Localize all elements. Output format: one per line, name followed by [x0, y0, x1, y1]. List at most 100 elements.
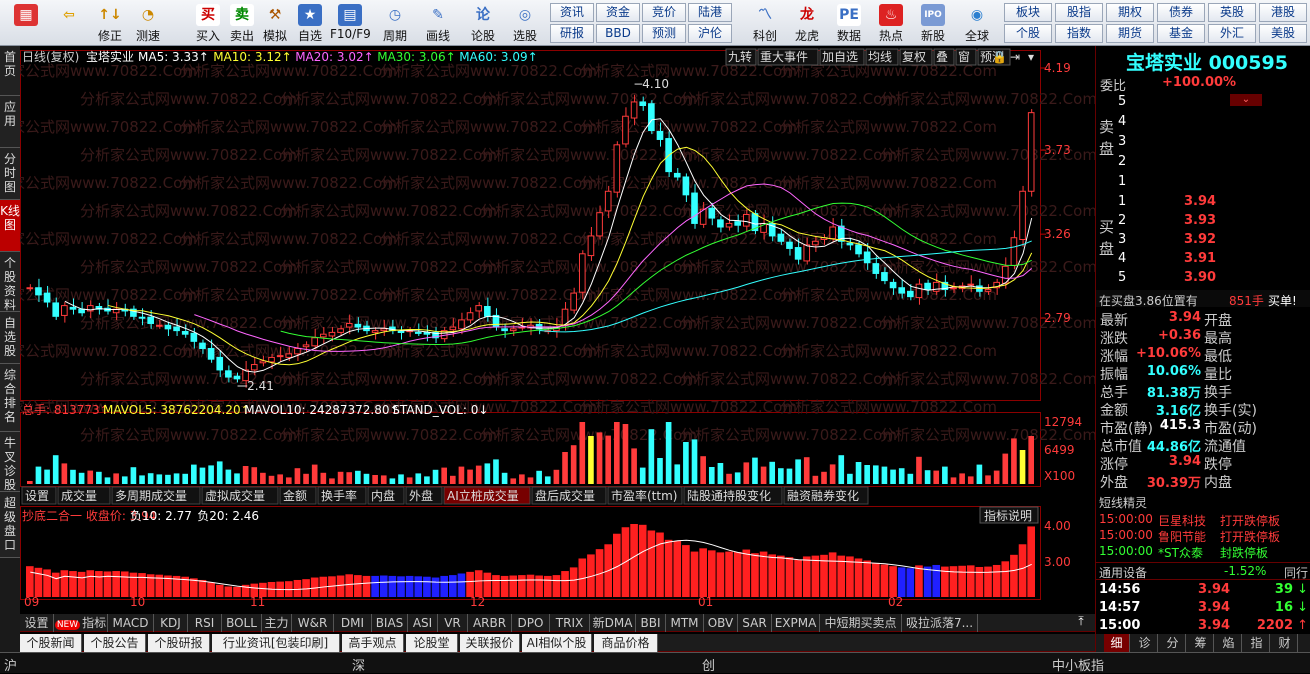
- indicator-tab-8[interactable]: DMI: [334, 614, 372, 632]
- quote-tab-2[interactable]: 分: [1160, 634, 1186, 652]
- indicator-type-tab-5[interactable]: 换手率: [317, 486, 367, 505]
- sidebar-tab-4[interactable]: 个股资料: [0, 252, 20, 312]
- toolbar-button-10[interactable]: ✎ 画线: [418, 2, 458, 44]
- toolbar-link-7[interactable]: 沪伦: [688, 24, 732, 43]
- ask-row[interactable]: 5: [1096, 94, 1310, 112]
- toolbar-button-9[interactable]: ◷ 周期: [375, 2, 415, 44]
- toolbar-market-link-3[interactable]: 债券: [1157, 3, 1205, 22]
- quote-tab-0[interactable]: 细: [1104, 634, 1130, 652]
- indicator-tab-3[interactable]: KDJ: [154, 614, 188, 632]
- quote-tab-3[interactable]: 筹: [1188, 634, 1214, 652]
- toolbar-button-14[interactable]: 龙龙虎: [787, 2, 827, 44]
- news-tab-6[interactable]: 关联报价: [460, 634, 520, 652]
- ask-row[interactable]: 1: [1096, 174, 1310, 192]
- status-cy[interactable]: 创: [702, 655, 715, 674]
- bid-row[interactable]: 4 3.91: [1096, 251, 1310, 269]
- quote-tab-1[interactable]: 诊: [1132, 634, 1158, 652]
- sidebar-tab-6[interactable]: 综合排名: [0, 364, 20, 432]
- indicator-tab-7[interactable]: W&R: [292, 614, 334, 632]
- indicator-tab-22[interactable]: 吸拉派落7...: [902, 614, 978, 632]
- sidebar-tab-5[interactable]: 自选股: [0, 312, 20, 364]
- dropdown-icon[interactable]: ▾: [1028, 50, 1034, 64]
- indicator-tab-5[interactable]: BOLL: [222, 614, 262, 632]
- toolbar-button-7[interactable]: ★ 自选: [290, 2, 330, 44]
- indicator-type-tab-3[interactable]: 虚拟成交量: [201, 486, 279, 505]
- indicator-tab-16[interactable]: BBI: [636, 614, 666, 632]
- indicator-tab-12[interactable]: ARBR: [468, 614, 512, 632]
- indicator-tab-15[interactable]: 新DMA: [590, 614, 636, 632]
- ask-row[interactable]: 4: [1096, 114, 1310, 132]
- kline-chart[interactable]: 分析家公式网www.70822.Com分析家公式网www.70822.Com分析…: [0, 46, 1097, 609]
- toolbar-button-2[interactable]: ↑↓ 修正: [90, 2, 130, 44]
- sidebar-tab-7[interactable]: 牛叉诊股: [0, 432, 20, 492]
- chart-tool-5[interactable]: 叠: [933, 48, 955, 66]
- exit-icon[interactable]: ⇥: [1010, 50, 1020, 64]
- sidebar-tab-3[interactable]: K线图: [0, 200, 20, 252]
- chart-tool-0[interactable]: 九转: [725, 48, 757, 66]
- sector-more[interactable]: 同行: [1284, 564, 1308, 581]
- toolbar-market-link-7[interactable]: 指数: [1055, 24, 1103, 43]
- toolbar-button-11[interactable]: 论论股: [463, 2, 503, 44]
- bid-row[interactable]: 2 3.93: [1096, 213, 1310, 231]
- news-tab-4[interactable]: 高手观点: [342, 634, 404, 652]
- indicator-type-tab-7[interactable]: 外盘: [405, 486, 443, 505]
- toolbar-button-12[interactable]: ◎ 选股: [505, 2, 545, 44]
- toolbar-button-17[interactable]: IPO 新股: [913, 2, 953, 44]
- bid-row[interactable]: 1 3.94: [1096, 194, 1310, 212]
- indicator-tab-10[interactable]: ASI: [408, 614, 438, 632]
- toolbar-market-link-9[interactable]: 基金: [1157, 24, 1205, 43]
- toolbar-button-6[interactable]: ⚒ 模拟: [255, 2, 295, 44]
- toolbar-market-link-6[interactable]: 个股: [1004, 24, 1052, 43]
- toolbar-link-1[interactable]: 资金: [596, 3, 640, 22]
- toolbar-market-link-10[interactable]: 外汇: [1208, 24, 1256, 43]
- indicator-tab-9[interactable]: BIAS: [372, 614, 408, 632]
- news-tab-1[interactable]: 个股公告: [84, 634, 146, 652]
- indicator-tab-1[interactable]: NEW指标平台: [54, 614, 108, 650]
- toolbar-button-13[interactable]: 〽科创: [745, 2, 785, 44]
- toolbar-link-4[interactable]: 研报: [550, 24, 594, 43]
- news-tab-0[interactable]: 个股新闻: [20, 634, 82, 652]
- kline-chart-area[interactable]: 分析家公式网www.70822.Com分析家公式网www.70822.Com分析…: [0, 46, 1097, 609]
- sector-row[interactable]: 通用设备 -1.52% 同行: [1096, 562, 1310, 580]
- quote-tab-4[interactable]: 焰: [1216, 634, 1242, 652]
- news-tab-3[interactable]: 行业资讯[包装印刷]: [212, 634, 340, 652]
- indicator-type-tab-0[interactable]: 设置: [21, 486, 57, 505]
- toolbar-link-5[interactable]: BBD: [596, 24, 640, 43]
- flash-row[interactable]: 15:00:00 *ST众泰 封跌停板: [1096, 544, 1310, 562]
- indicator-tab-19[interactable]: SAR: [738, 614, 772, 632]
- indicator-tab-2[interactable]: MACD: [108, 614, 154, 632]
- toolbar-market-link-2[interactable]: 期权: [1106, 3, 1154, 22]
- indicator-type-tab-6[interactable]: 内盘: [367, 486, 405, 505]
- indicator-type-tab-8[interactable]: AI立桩成交量: [443, 486, 531, 505]
- indicator-tab-6[interactable]: 主力: [262, 614, 292, 632]
- toolbar-button-15[interactable]: PE 数据: [829, 2, 869, 44]
- toolbar-link-3[interactable]: 陆港: [688, 3, 732, 22]
- bid-row[interactable]: 5 3.90: [1096, 270, 1310, 288]
- lock-icon[interactable]: 🔒: [992, 50, 1007, 64]
- news-tab-5[interactable]: 论股堂: [406, 634, 458, 652]
- toolbar-button-3[interactable]: ◔ 测速: [128, 2, 168, 44]
- indicator-type-tab-11[interactable]: 陆股通持股变化: [683, 486, 783, 505]
- chart-tool-6[interactable]: 窗: [955, 48, 977, 66]
- indicator-tab-17[interactable]: MTM: [666, 614, 704, 632]
- quote-tab-6[interactable]: 财: [1272, 634, 1298, 652]
- toolbar-market-link-0[interactable]: 板块: [1004, 3, 1052, 22]
- news-tab-7[interactable]: AI相似个股: [522, 634, 592, 652]
- chart-tool-3[interactable]: 均线: [865, 48, 899, 66]
- scroll-up-icon[interactable]: ⤒: [1070, 614, 1092, 632]
- quote-tab-5[interactable]: 指: [1244, 634, 1270, 652]
- news-tab-2[interactable]: 个股研报: [148, 634, 210, 652]
- indicator-type-tab-1[interactable]: 成交量: [57, 486, 111, 505]
- toolbar-link-2[interactable]: 竞价: [642, 3, 686, 22]
- toolbar-button-16[interactable]: ♨ 热点: [871, 2, 911, 44]
- toolbar-link-6[interactable]: 预测: [642, 24, 686, 43]
- status-zxb[interactable]: 中小板指: [1052, 655, 1104, 674]
- chart-tool-1[interactable]: 重大事件: [757, 48, 819, 66]
- toolbar-button-1[interactable]: ⇦: [49, 2, 89, 44]
- chart-tool-4[interactable]: 复权: [899, 48, 933, 66]
- toolbar-market-link-1[interactable]: 股指: [1055, 3, 1103, 22]
- status-sh[interactable]: 沪: [4, 655, 17, 674]
- ask-row[interactable]: 3: [1096, 134, 1310, 152]
- indicator-tab-4[interactable]: RSI: [188, 614, 222, 632]
- indicator-tab-14[interactable]: TRIX: [550, 614, 590, 632]
